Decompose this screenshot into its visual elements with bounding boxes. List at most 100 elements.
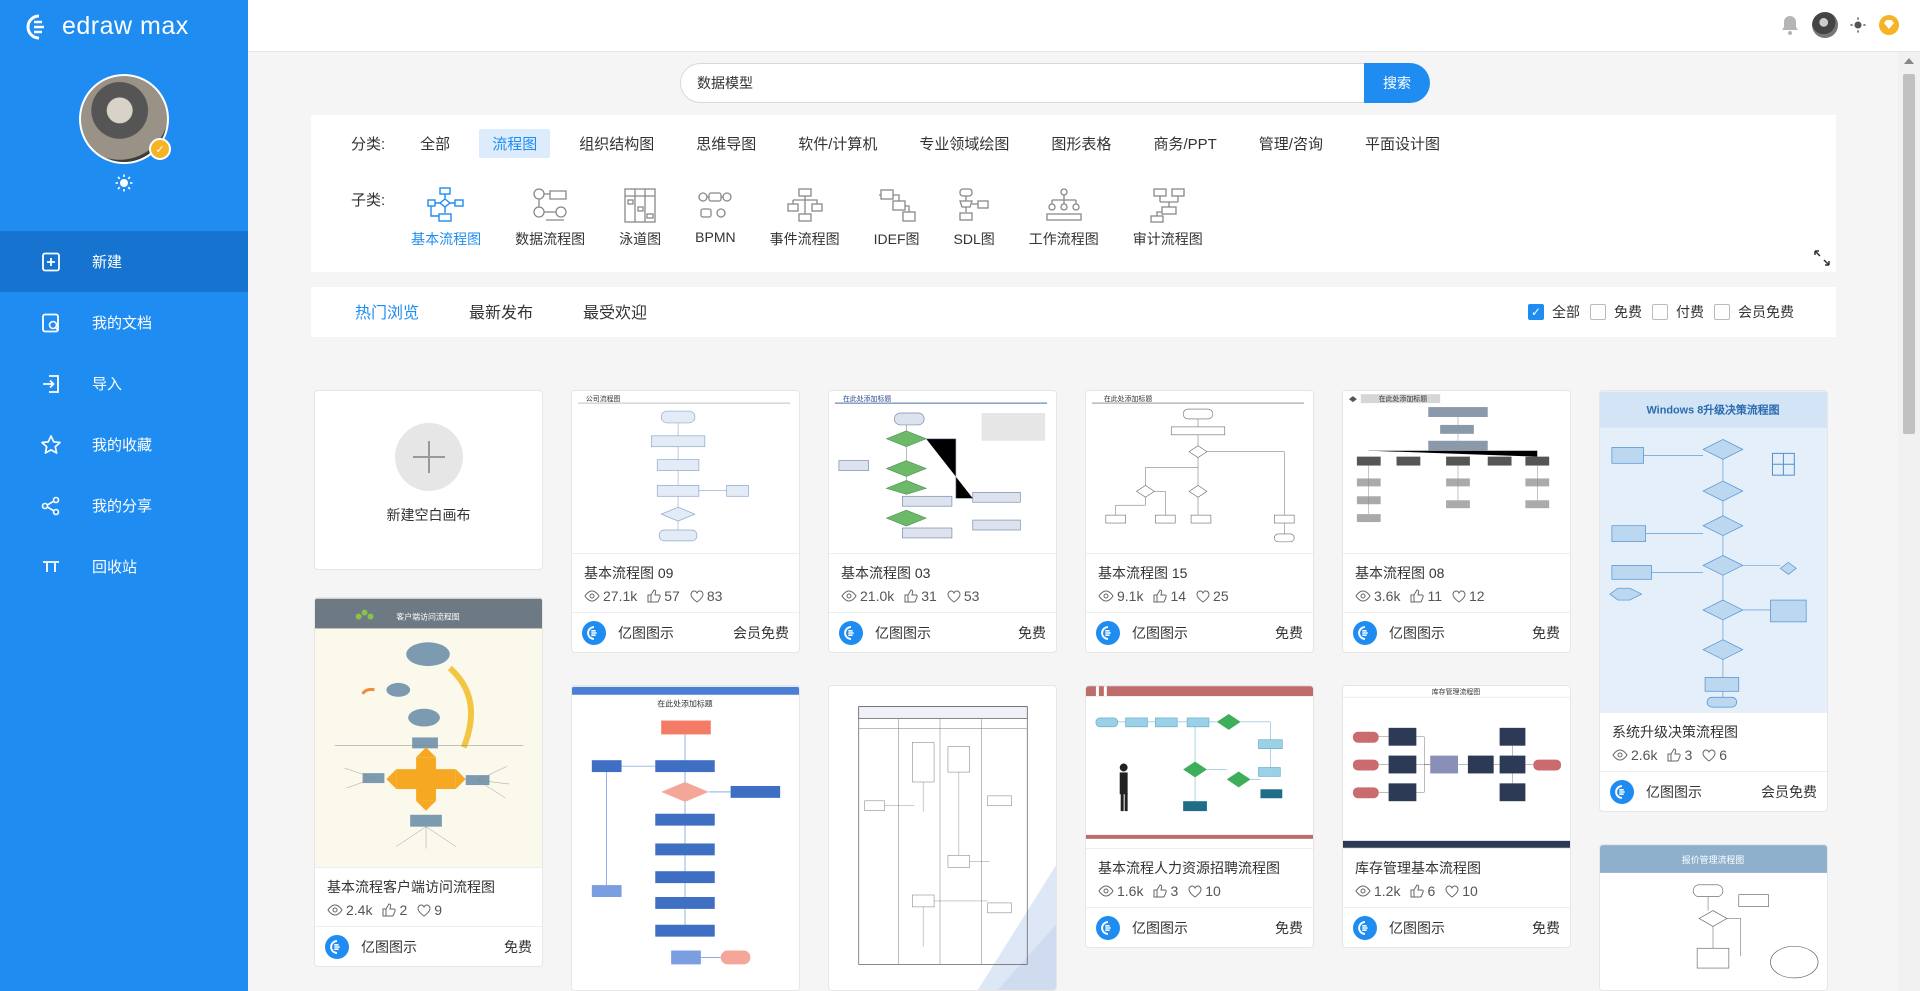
template-card[interactable]: 公司流程图 基本流程图 09 27.1k 57 83 亿图图示 会员免费 xyxy=(571,390,800,653)
filter-free-checkbox[interactable]: 免费 xyxy=(1590,302,1642,322)
template-card[interactable]: 在此处添加标题 xyxy=(571,685,800,991)
likes-stat: 2 xyxy=(382,902,407,918)
subcategory-data-flowchart[interactable]: 数据流程图 xyxy=(515,187,585,249)
sidebar-item-import[interactable]: 导入 xyxy=(0,353,248,414)
author[interactable]: 亿图图示 xyxy=(839,620,931,645)
price-filters: ✓ 全部 免费 付费 会员免费 xyxy=(1528,302,1794,322)
author[interactable]: 亿图图示 xyxy=(1353,915,1445,940)
category-management[interactable]: 管理/咨询 xyxy=(1246,129,1336,158)
filter-label: 全部 xyxy=(1552,304,1580,320)
template-card[interactable]: Windows 8升级决策流程图 系统升级决策流程图 2.6k 3 6 亿图图示… xyxy=(1599,390,1828,812)
category-graphic-tables[interactable]: 图形表格 xyxy=(1038,129,1124,158)
author[interactable]: 亿图图示 xyxy=(1096,620,1188,645)
vertical-scrollbar[interactable] xyxy=(1898,52,1920,991)
subcategory-bpmn[interactable]: BPMN xyxy=(695,187,736,249)
edraw-author-icon xyxy=(839,620,863,645)
category-all[interactable]: 全部 xyxy=(407,129,463,158)
category-software[interactable]: 软件/计算机 xyxy=(785,129,890,158)
likes-stat: 3 xyxy=(1667,747,1692,763)
subcategory-audit-flowchart[interactable]: 审计流程图 xyxy=(1133,187,1203,249)
template-card[interactable]: 客户端访问流程图 基本流程客户端访问流程图 2.4k 2 9 亿图图示 免费 xyxy=(314,597,543,967)
scroll-thumb[interactable] xyxy=(1903,74,1915,434)
subcategory-basic-flowchart[interactable]: 基本流程图 xyxy=(411,187,481,249)
views-count: 9.1k xyxy=(1117,588,1144,604)
template-card[interactable] xyxy=(828,685,1057,991)
filter-all-checkbox[interactable]: ✓ 全部 xyxy=(1528,302,1580,322)
card-stats: 27.1k 57 83 xyxy=(572,583,799,612)
search-input[interactable] xyxy=(680,63,1364,103)
subcategory-idef[interactable]: IDEF图 xyxy=(874,187,920,249)
category-graphic-design[interactable]: 平面设计图 xyxy=(1352,129,1453,158)
template-thumbnail: 客户端访问流程图 xyxy=(315,598,542,868)
category-flowchart[interactable]: 流程图 xyxy=(479,129,551,158)
checkbox-icon xyxy=(1652,304,1668,320)
documents-icon xyxy=(40,312,62,334)
author[interactable]: 亿图图示 xyxy=(1096,915,1188,940)
thumbs-up-icon xyxy=(904,589,918,603)
theme-sun-icon[interactable] xyxy=(115,174,133,192)
favs-stat: 10 xyxy=(1445,883,1478,899)
new-blank-canvas-card[interactable]: 新建空白画布 xyxy=(314,390,543,570)
views-count: 1.2k xyxy=(1374,883,1401,899)
views-stat: 1.2k xyxy=(1355,883,1400,899)
likes-stat: 6 xyxy=(1410,883,1435,899)
thumbs-up-icon xyxy=(647,589,661,603)
author[interactable]: 亿图图示 xyxy=(582,620,674,645)
app-logo[interactable]: edraw max xyxy=(26,12,189,41)
sidebar-nav: 新建 我的文档 导入 我的收藏 我的分享 回收站 xyxy=(0,231,248,597)
subcategory-workflow[interactable]: 工作流程图 xyxy=(1029,187,1099,249)
expand-icon[interactable] xyxy=(1812,248,1832,268)
category-business-ppt[interactable]: 商务/PPT xyxy=(1140,129,1229,158)
sidebar-item-favorites[interactable]: 我的收藏 xyxy=(0,414,248,475)
author[interactable]: 亿图图示 xyxy=(1353,620,1445,645)
subcategory-label-text: 事件流程图 xyxy=(769,231,840,247)
category-professional[interactable]: 专业领域绘图 xyxy=(906,129,1022,158)
filter-member-free-checkbox[interactable]: 会员免费 xyxy=(1714,302,1794,322)
subcategory-sdl[interactable]: SDL图 xyxy=(954,187,995,249)
thumbnail-title: 在此处添加标题 xyxy=(843,394,892,403)
heart-icon xyxy=(947,589,961,603)
sidebar-item-share[interactable]: 我的分享 xyxy=(0,475,248,536)
author[interactable]: 亿图图示 xyxy=(1610,779,1702,804)
eye-icon xyxy=(584,590,600,602)
template-thumbnail: 在此处添加标题 xyxy=(1343,391,1570,554)
card-footer: 亿图图示 免费 xyxy=(315,926,542,966)
user-avatar-small[interactable] xyxy=(1812,12,1838,38)
edraw-author-icon xyxy=(1610,779,1634,804)
sidebar-item-recycle-bin[interactable]: 回收站 xyxy=(0,536,248,597)
sidebar-item-new[interactable]: 新建 xyxy=(0,231,248,292)
price-label: 免费 xyxy=(1532,919,1560,936)
author-name: 亿图图示 xyxy=(1389,919,1445,936)
eye-icon xyxy=(841,590,857,602)
subcategory-event-flowchart[interactable]: 事件流程图 xyxy=(770,187,840,249)
template-card[interactable]: 库存管理流程图 库存管理基本流程图 1.2k 6 10 亿图图示 免费 xyxy=(1342,685,1571,948)
likes-count: 2 xyxy=(399,902,408,918)
likes-count: 3 xyxy=(1684,747,1693,763)
template-card[interactable]: 报价管理流程图 xyxy=(1599,844,1828,991)
tab-popular[interactable]: 热门浏览 xyxy=(355,299,419,323)
filter-paid-checkbox[interactable]: 付费 xyxy=(1652,302,1704,322)
thumbs-up-icon xyxy=(1410,884,1425,898)
favs-count: 83 xyxy=(706,588,723,604)
recycle-bin-icon xyxy=(40,556,62,578)
search-button[interactable]: 搜索 xyxy=(1364,63,1430,103)
sidebar-item-documents[interactable]: 我的文档 xyxy=(0,292,248,353)
template-card[interactable]: 基本流程人力资源招聘流程图 1.6k 3 10 亿图图示 免费 xyxy=(1085,685,1314,948)
category-org-chart[interactable]: 组织结构图 xyxy=(566,129,667,158)
scroll-up-arrow-icon[interactable] xyxy=(1904,58,1914,64)
price-label: 会员免费 xyxy=(733,624,789,641)
author[interactable]: 亿图图示 xyxy=(325,934,417,959)
template-card[interactable]: 在此处添加标题 基本流程图 15 9.1k 14 25 亿图图示 免费 xyxy=(1085,390,1314,653)
template-card[interactable]: 在此处添加标题 基本流程图 03 21.0k 31 53 亿图图示 免费 xyxy=(828,390,1057,653)
tab-newest[interactable]: 最新发布 xyxy=(469,299,533,323)
card-stats: 9.1k 14 25 xyxy=(1086,583,1313,612)
subcategory-swimlane[interactable]: 泳道图 xyxy=(619,187,661,249)
template-card[interactable]: 在此处添加标题 基本流程图 08 3.6k 11 12 亿图图示 免费 xyxy=(1342,390,1571,653)
user-avatar[interactable]: ✓ xyxy=(79,74,171,164)
edraw-author-icon xyxy=(1353,620,1377,645)
category-mind-map[interactable]: 思维导图 xyxy=(683,129,769,158)
tab-favorite[interactable]: 最受欢迎 xyxy=(583,299,647,323)
theme-sun-icon[interactable] xyxy=(1850,17,1866,33)
vip-diamond-icon[interactable] xyxy=(1878,14,1900,36)
notification-bell-icon[interactable] xyxy=(1780,14,1800,36)
